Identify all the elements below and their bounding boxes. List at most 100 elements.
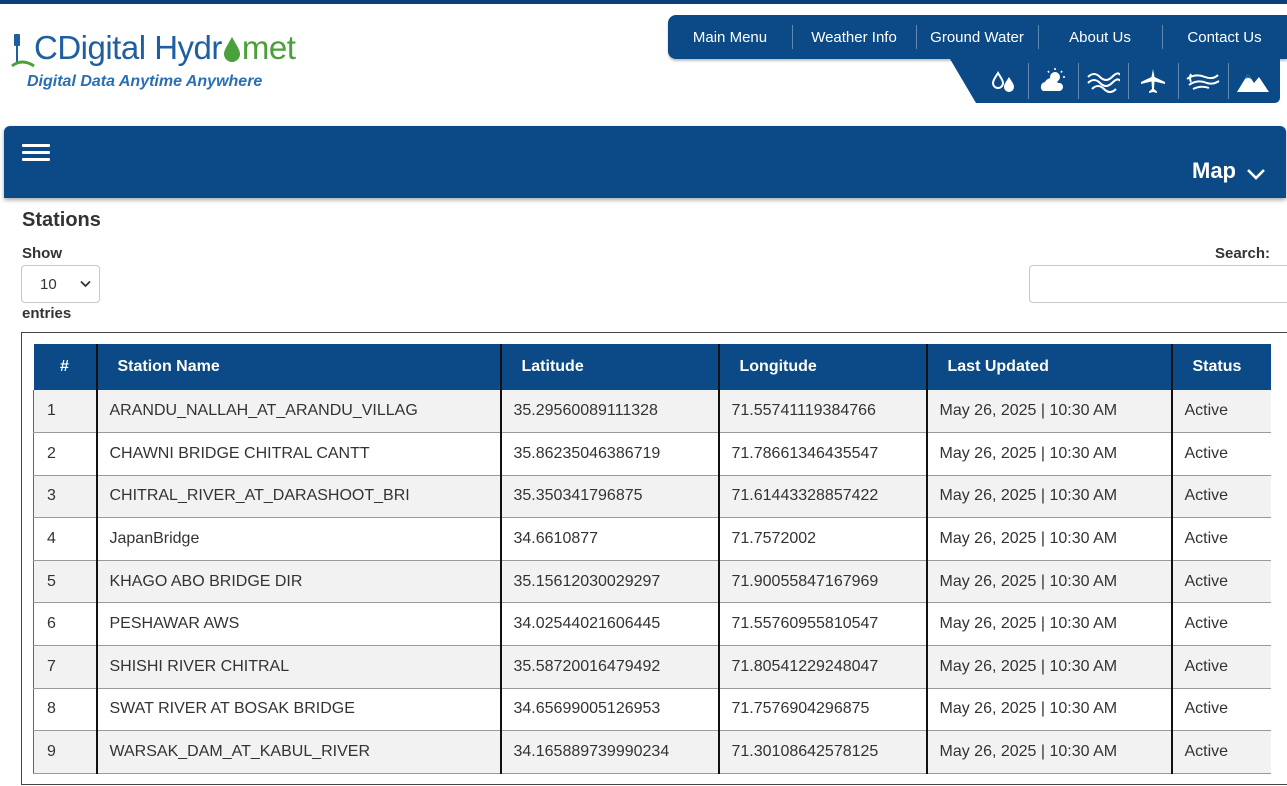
cell-number: 7 xyxy=(33,645,98,689)
mountains-icon[interactable] xyxy=(1228,59,1278,103)
cell-status: Active xyxy=(1171,560,1271,604)
cell-station-name: WARSAK_DAM_AT_KABUL_RIVER xyxy=(96,730,502,774)
column-header-last-updated[interactable]: Last Updated xyxy=(926,344,1173,390)
cell-longitude: 71.80541229248047 xyxy=(718,645,928,689)
page-title: Stations xyxy=(22,209,101,231)
nav-about-us[interactable]: About Us xyxy=(1038,15,1162,59)
cell-station-name: PESHAWAR AWS xyxy=(96,602,502,647)
cell-longitude: 71.61443328857422 xyxy=(718,475,928,519)
top-navigation: Main Menu Weather Info Ground Water Abou… xyxy=(668,15,1287,59)
cell-latitude: 35.15612030029297 xyxy=(500,560,720,604)
cell-number: 9 xyxy=(33,730,98,774)
cell-last-updated: May 26, 2025 | 10:30 AM xyxy=(926,730,1173,774)
cloud-sun-icon[interactable] xyxy=(1028,59,1078,103)
nav-main-menu[interactable]: Main Menu xyxy=(668,15,792,59)
cell-latitude: 35.58720016479492 xyxy=(500,645,720,689)
cell-latitude: 34.65699005126953 xyxy=(500,688,720,732)
cell-latitude: 35.29560089111328 xyxy=(500,390,720,434)
map-toggle-button[interactable]: Map xyxy=(1192,158,1266,184)
map-toggle-label: Map xyxy=(1192,158,1236,183)
cell-station-name: JapanBridge xyxy=(96,517,502,561)
cell-last-updated: May 26, 2025 | 10:30 AM xyxy=(926,560,1173,604)
cell-number: 3 xyxy=(33,475,98,519)
cell-longitude: 71.90055847167969 xyxy=(718,560,928,604)
cell-last-updated: May 26, 2025 | 10:30 AM xyxy=(926,475,1173,519)
cell-status: Active xyxy=(1171,517,1271,561)
cell-longitude: 71.55760955810547 xyxy=(718,602,928,647)
column-header-station-name[interactable]: Station Name xyxy=(96,344,502,390)
waves-icon[interactable] xyxy=(1078,59,1128,103)
search-label: Search: xyxy=(1214,245,1270,262)
cell-station-name: SWAT RIVER AT BOSAK BRIDGE xyxy=(96,688,502,732)
cell-number: 2 xyxy=(33,432,98,476)
cell-last-updated: May 26, 2025 | 10:30 AM xyxy=(926,645,1173,689)
cell-last-updated: May 26, 2025 | 10:30 AM xyxy=(926,432,1173,476)
top-accent-line xyxy=(0,0,1287,4)
stations-table: # Station Name Latitude Longitude Last U… xyxy=(33,344,1271,774)
column-header-status[interactable]: Status xyxy=(1171,344,1271,390)
table-row[interactable]: 4 JapanBridge 34.6610877 71.7572002 May … xyxy=(33,517,1271,561)
column-header-longitude[interactable]: Longitude xyxy=(718,344,928,390)
cell-station-name: CHAWNI BRIDGE CHITRAL CANTT xyxy=(96,432,502,476)
table-row[interactable]: 1 ARANDU_NALLAH_AT_ARANDU_VILLAG 35.2956… xyxy=(33,390,1271,434)
cell-number: 5 xyxy=(33,560,98,604)
table-row[interactable]: 3 CHITRAL_RIVER_AT_DARASHOOT_BRI 35.3503… xyxy=(33,475,1271,519)
table-row[interactable]: 6 PESHAWAR AWS 34.02544021606445 71.5576… xyxy=(33,602,1271,647)
cell-status: Active xyxy=(1171,432,1271,476)
cell-latitude: 35.86235046386719 xyxy=(500,432,720,476)
cell-status: Active xyxy=(1171,390,1271,434)
site-logo[interactable]: CDigital Hydr met Digital Data Anytime An… xyxy=(10,28,310,98)
drop-icon xyxy=(223,37,240,62)
cell-status: Active xyxy=(1171,688,1271,732)
table-row[interactable]: 2 CHAWNI BRIDGE CHITRAL CANTT 35.8623504… xyxy=(33,432,1271,476)
show-entries-label: Show xyxy=(22,245,62,262)
cell-latitude: 34.02544021606445 xyxy=(500,602,720,647)
table-row[interactable]: 7 SHISHI RIVER CHITRAL 35.58720016479492… xyxy=(33,645,1271,689)
cell-status: Active xyxy=(1171,730,1271,774)
table-row[interactable]: 8 SWAT RIVER AT BOSAK BRIDGE 34.65699005… xyxy=(33,688,1271,732)
nav-weather-info[interactable]: Weather Info xyxy=(792,15,916,59)
search-input[interactable] xyxy=(1029,265,1287,303)
cell-last-updated: May 26, 2025 | 10:30 AM xyxy=(926,602,1173,647)
cell-station-name: ARANDU_NALLAH_AT_ARANDU_VILLAG xyxy=(96,390,502,434)
logo-tagline: Digital Data Anytime Anywhere xyxy=(27,73,263,90)
cell-longitude: 71.7572002 xyxy=(718,517,928,561)
airplane-icon[interactable] xyxy=(1128,59,1178,103)
cell-latitude: 34.6610877 xyxy=(500,517,720,561)
cell-number: 4 xyxy=(33,517,98,561)
water-drops-icon[interactable] xyxy=(978,59,1028,103)
cell-number: 8 xyxy=(33,688,98,732)
column-header-number[interactable]: # xyxy=(33,344,98,390)
wind-icon[interactable] xyxy=(1178,59,1228,103)
cell-last-updated: May 26, 2025 | 10:30 AM xyxy=(926,688,1173,732)
nav-ground-water[interactable]: Ground Water xyxy=(916,15,1038,59)
cell-number: 1 xyxy=(33,390,98,434)
logo-wordmark: CDigital Hydr met xyxy=(34,29,296,66)
cell-last-updated: May 26, 2025 | 10:30 AM xyxy=(926,390,1173,434)
nav-contact-us[interactable]: Contact Us xyxy=(1162,15,1287,59)
table-row[interactable]: 9 WARSAK_DAM_AT_KABUL_RIVER 34.165889739… xyxy=(33,730,1271,774)
cell-latitude: 34.165889739990234 xyxy=(500,730,720,774)
column-header-latitude[interactable]: Latitude xyxy=(500,344,720,390)
cell-status: Active xyxy=(1171,645,1271,689)
chevron-down-icon xyxy=(80,280,91,288)
cell-status: Active xyxy=(1171,475,1271,519)
cell-longitude: 71.78661346435547 xyxy=(718,432,928,476)
chevron-down-icon xyxy=(1247,169,1265,180)
cell-longitude: 71.55741119384766 xyxy=(718,390,928,434)
cell-longitude: 71.7576904296875 xyxy=(718,688,928,732)
cell-station-name: CHITRAL_RIVER_AT_DARASHOOT_BRI xyxy=(96,475,502,519)
cell-number: 6 xyxy=(33,602,98,647)
cell-station-name: KHAGO ABO BRIDGE DIR xyxy=(96,560,502,604)
cell-latitude: 35.350341796875 xyxy=(500,475,720,519)
entries-per-page-select[interactable]: 10 xyxy=(21,265,100,303)
entries-selected-value: 10 xyxy=(40,275,57,293)
table-header-row: # Station Name Latitude Longitude Last U… xyxy=(33,344,1271,390)
cell-last-updated: May 26, 2025 | 10:30 AM xyxy=(926,517,1173,561)
entries-label: entries xyxy=(22,305,72,322)
hamburger-menu-icon[interactable] xyxy=(22,144,52,166)
stations-table-container: # Station Name Latitude Longitude Last U… xyxy=(21,332,1287,785)
category-icon-bar xyxy=(950,59,1280,103)
cell-station-name: SHISHI RIVER CHITRAL xyxy=(96,645,502,689)
table-row[interactable]: 5 KHAGO ABO BRIDGE DIR 35.15612030029297… xyxy=(33,560,1271,604)
